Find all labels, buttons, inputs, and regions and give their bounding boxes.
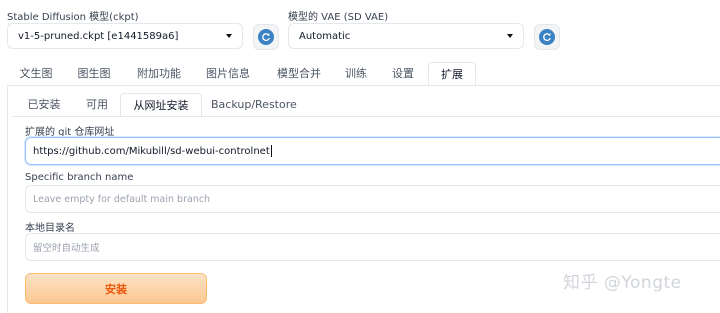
- tab-txt2img[interactable]: 文生图: [18, 62, 54, 86]
- subtab-install-from-url[interactable]: 从网址安装: [120, 93, 202, 117]
- tab-train[interactable]: 训练: [344, 62, 368, 86]
- main-tabs-divider: [7, 85, 720, 86]
- tab-checkpoint-merger[interactable]: 模型合并: [275, 62, 323, 86]
- tab-extras[interactable]: 附加功能: [135, 62, 183, 86]
- subtab-backup-restore[interactable]: Backup/Restore: [211, 93, 297, 117]
- url-label: 扩展的 git 仓库网址: [25, 127, 115, 138]
- subtab-available[interactable]: 可用: [83, 93, 111, 117]
- branch-placeholder: Leave empty for default main branch: [33, 193, 211, 205]
- git-url-input[interactable]: https://github.com/Mikubill/sd-webui-con…: [25, 137, 720, 165]
- tab-extensions[interactable]: 扩展: [428, 62, 476, 86]
- dir-placeholder: 留空时自动生成: [33, 243, 100, 254]
- branch-input[interactable]: Leave empty for default main branch: [25, 185, 720, 213]
- text-cursor: [270, 145, 272, 157]
- local-dir-input[interactable]: 留空时自动生成: [25, 233, 720, 261]
- install-button[interactable]: 安装: [25, 273, 207, 304]
- chevron-down-icon: [507, 34, 513, 38]
- tab-png-info[interactable]: 图片信息: [204, 62, 252, 86]
- tab-settings[interactable]: 设置: [391, 62, 415, 86]
- dir-label: 本地目录名: [25, 223, 75, 234]
- main-tabs: 文生图 图生图 附加功能 图片信息 模型合并 训练 设置 扩展: [7, 62, 720, 86]
- subtab-installed[interactable]: 已安装: [24, 93, 64, 117]
- refresh-icon: [539, 29, 555, 45]
- panel-border: [7, 86, 8, 313]
- vae-select[interactable]: Automatic: [288, 23, 524, 49]
- vae-label: 模型的 VAE (SD VAE): [288, 12, 389, 23]
- model-label: Stable Diffusion 模型(ckpt): [7, 12, 139, 23]
- refresh-model-button[interactable]: [253, 24, 279, 50]
- refresh-vae-button[interactable]: [534, 24, 560, 50]
- sub-tabs-divider: [13, 116, 720, 117]
- watermark: 知乎 @Yongte: [563, 273, 682, 293]
- branch-label: Specific branch name: [25, 172, 134, 183]
- extension-sub-tabs: 已安装 可用 从网址安装 Backup/Restore: [13, 93, 720, 117]
- tab-img2img[interactable]: 图生图: [76, 62, 112, 86]
- refresh-icon: [258, 29, 274, 45]
- chevron-down-icon: [226, 34, 232, 38]
- git-url-value: https://github.com/Mikubill/sd-webui-con…: [33, 145, 270, 157]
- model-select[interactable]: v1-5-pruned.ckpt [e1441589a6]: [7, 23, 243, 49]
- vae-select-value: Automatic: [299, 30, 351, 42]
- model-select-value: v1-5-pruned.ckpt [e1441589a6]: [18, 30, 179, 42]
